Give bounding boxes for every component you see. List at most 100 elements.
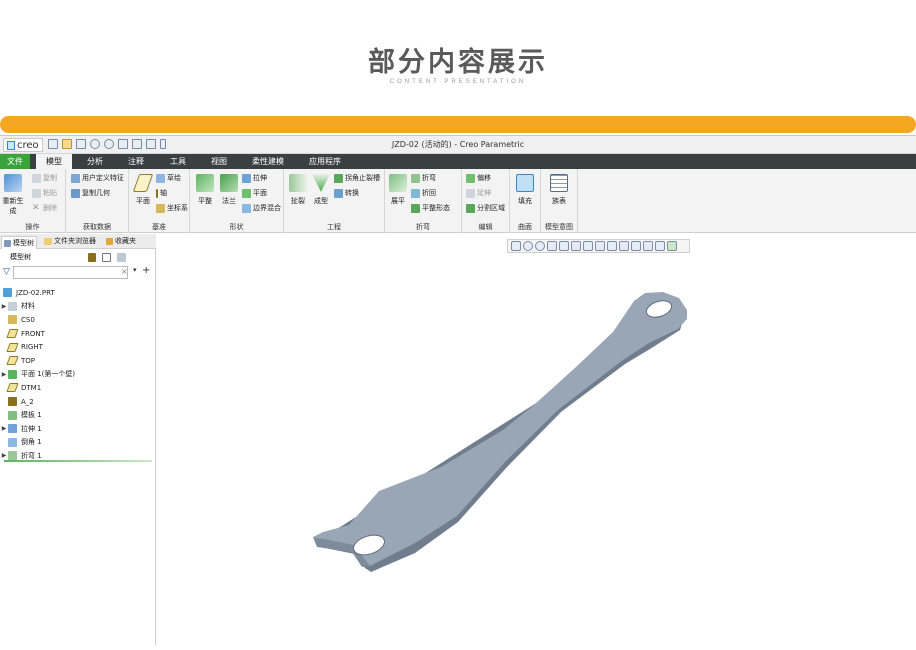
tree-filter-icon[interactable] (117, 253, 126, 262)
tab-model-tree[interactable]: 模型树 (1, 236, 37, 249)
tab-view[interactable]: 视图 (204, 154, 234, 169)
split-area-button[interactable]: 分割区域 (466, 203, 505, 214)
group-engineering: 扯裂 成型 拐角止裂槽 转换 工程 (284, 169, 385, 233)
axis-button[interactable]: 轴 (156, 188, 167, 199)
favorites-icon (106, 237, 113, 245)
bend-back-button[interactable]: 折回 (411, 188, 436, 199)
tree-item[interactable]: A_2 (0, 395, 156, 409)
expand-arrow-icon[interactable]: ▶ (0, 425, 8, 432)
tree-columns-icon[interactable] (102, 253, 111, 262)
udf-button[interactable]: 用户定义特征 (71, 173, 124, 184)
axis-icon (8, 397, 17, 407)
tab-folder-browser[interactable]: 文件夹浏览器 (44, 236, 96, 246)
extrude-icon (242, 174, 251, 183)
filter-funnel-icon[interactable]: ▽ (3, 267, 10, 277)
tree-item-label: RIGHT (21, 343, 43, 352)
tree-item[interactable]: 倒角 1 (0, 436, 156, 450)
group-model-intent: 族表 模型意图 (541, 169, 578, 233)
tree-item[interactable]: ▶ 平面 1(第一个壁) (0, 368, 156, 382)
tree-root[interactable]: JZD-02.PRT (0, 286, 156, 300)
expand-arrow-icon[interactable]: ▶ (0, 452, 8, 459)
tree-item[interactable]: TOP (0, 354, 156, 368)
csys-icon (156, 204, 165, 213)
tree-insert-indicator[interactable] (4, 460, 152, 462)
search-dropdown-icon[interactable]: ▾ (133, 266, 137, 274)
tree-item-label: 材料 (21, 302, 35, 311)
tab-annotate[interactable]: 注释 (121, 154, 151, 169)
tab-file[interactable]: 文件 (0, 154, 30, 169)
bend-icon (411, 174, 420, 183)
tree-item[interactable]: DTM1 (0, 381, 156, 395)
add-filter-icon[interactable]: + (142, 265, 150, 276)
clear-search-icon[interactable]: × (121, 267, 128, 276)
csys-button[interactable]: 坐标系 (156, 203, 188, 214)
extend-button[interactable]: 延伸 (466, 188, 491, 199)
regenerate-button[interactable]: 重新生成 (0, 174, 26, 216)
rip-icon (289, 174, 307, 192)
tree-item-label: 模板 1 (21, 411, 42, 420)
sheet-metal-part[interactable] (157, 234, 916, 645)
tree-item-label: A_2 (21, 397, 34, 406)
group-label: 操作 (25, 223, 40, 231)
model-tree: JZD-02.PRT ▶ 材料 CS0 FRONT RIGHT TOP ▶ 平面 1(第一个壁… (0, 286, 156, 463)
group-surfaces: 填充 曲面 (510, 169, 541, 233)
datum-plane-button[interactable]: 平面 (130, 174, 156, 206)
sketch-button[interactable]: 草绘 (156, 173, 181, 184)
tab-analysis[interactable]: 分析 (80, 154, 110, 169)
tab-applications[interactable]: 应用程序 (305, 154, 345, 169)
tree-settings-icon[interactable] (88, 253, 96, 262)
copy-geometry-icon (71, 189, 80, 198)
tree-item[interactable]: CS0 (0, 313, 156, 327)
offset-button[interactable]: 偏移 (466, 173, 491, 184)
unbend-button[interactable]: 展平 (385, 174, 411, 206)
graphics-window[interactable] (157, 234, 916, 645)
tree-item-label: 平面 1(第一个壁) (21, 370, 76, 379)
model-tree-icon (4, 239, 11, 247)
group-label: 模型意图 (545, 223, 573, 231)
tree-tools (88, 253, 126, 262)
boundary-blend-button[interactable]: 边界混合 (242, 203, 281, 214)
expand-arrow-icon[interactable]: ▶ (0, 303, 8, 310)
tree-item[interactable]: ▶ 拉伸 1 (0, 422, 156, 436)
copy-button[interactable]: 复制 (32, 173, 57, 184)
extrude-icon (8, 424, 17, 434)
family-table-button[interactable]: 族表 (546, 174, 572, 206)
convert-button[interactable]: 转换 (334, 188, 359, 199)
tab-model[interactable]: 模型 (36, 154, 72, 169)
corner-relief-button[interactable]: 拐角止裂槽 (334, 173, 380, 184)
planar-wall-icon (8, 369, 17, 379)
group-get-data: 用户定义特征 复制几何 获取数据 (66, 169, 129, 233)
copy-geometry-button[interactable]: 复制几何 (71, 188, 110, 199)
expand-arrow-icon[interactable]: ▶ (0, 371, 8, 378)
tab-tools[interactable]: 工具 (163, 154, 193, 169)
bend-button[interactable]: 折弯 (411, 173, 436, 184)
unbend-icon (389, 174, 407, 192)
form-button[interactable]: 成型 (308, 174, 334, 206)
material-icon (8, 301, 17, 311)
form-icon (312, 174, 330, 192)
flange-icon (220, 174, 238, 192)
flange-button[interactable]: 法兰 (216, 174, 242, 206)
page-title: 部分内容展示 (368, 47, 548, 78)
corner-relief-icon (334, 174, 343, 183)
tree-item[interactable]: ▶ 材料 (0, 300, 156, 314)
tree-item-label: 拉伸 1 (21, 424, 42, 433)
delete-button[interactable]: ✕ 删除 (32, 203, 57, 214)
tab-favorites[interactable]: 收藏夹 (106, 236, 136, 246)
extrude-button[interactable]: 拉伸 (242, 173, 267, 184)
tree-search-input[interactable] (13, 266, 128, 279)
flat-wall-button[interactable]: 平整 (192, 174, 218, 206)
tree-item[interactable]: 模板 1 (0, 408, 156, 422)
flat-state-button[interactable]: 平整形态 (411, 203, 450, 214)
planar-button[interactable]: 平面 (242, 188, 267, 199)
tree-item-label: DTM1 (21, 383, 42, 392)
group-label: 工程 (327, 223, 341, 231)
tab-flexible-modeling[interactable]: 柔性建模 (248, 154, 288, 169)
axis-icon (156, 189, 158, 198)
paste-button[interactable]: 粘贴 (32, 188, 57, 199)
tree-item[interactable]: FRONT (0, 327, 156, 341)
fill-button[interactable]: 填充 (512, 174, 538, 206)
bend-back-icon (411, 189, 420, 198)
tree-item[interactable]: RIGHT (0, 340, 156, 354)
model-tree-panel: 模型树 文件夹浏览器 收藏夹 模型树 ▽ × ▾ + JZD-02.PRT ▶ 材… (0, 234, 156, 645)
